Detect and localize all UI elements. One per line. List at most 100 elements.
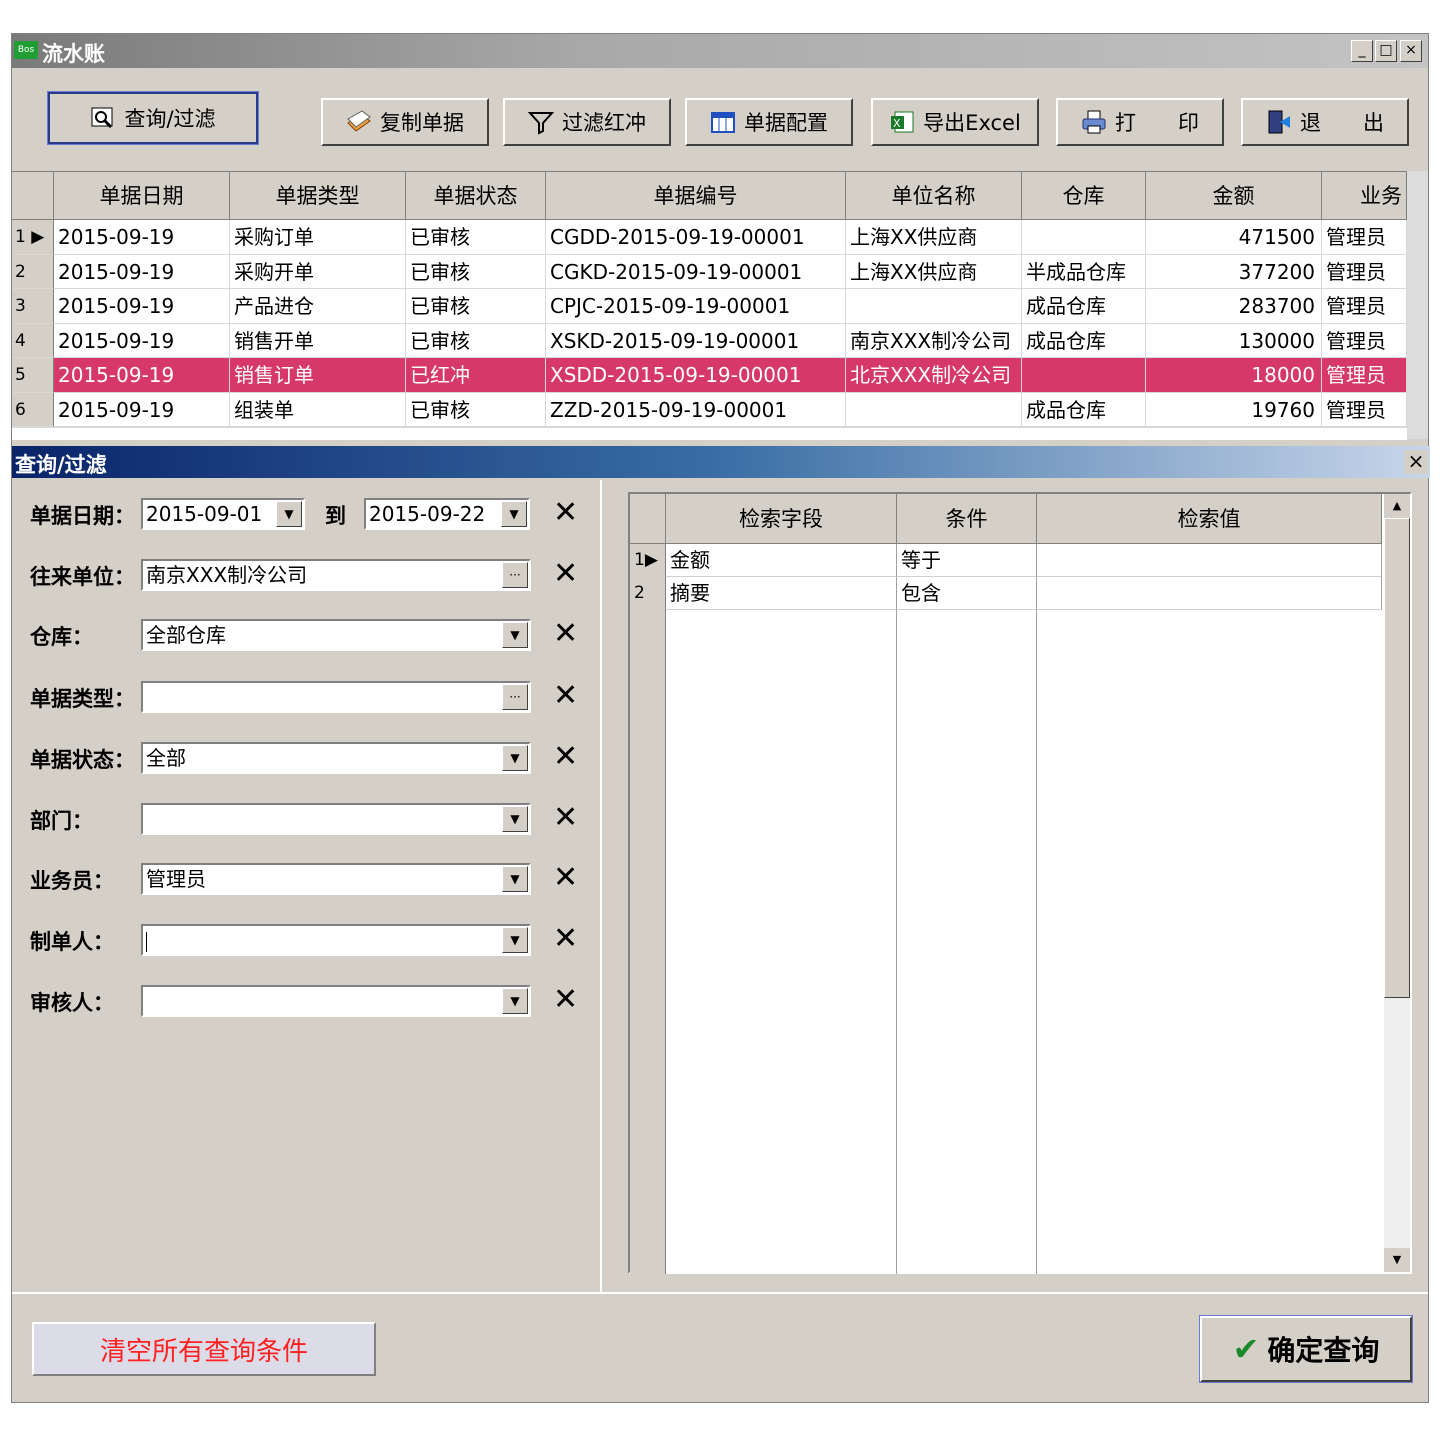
clear-maker-icon[interactable]: ✕ [553, 924, 578, 954]
col-header-type[interactable]: 单据类型 [230, 172, 406, 220]
search-value-cell[interactable] [1037, 544, 1382, 577]
cell-date[interactable]: 2015-09-19 [54, 323, 230, 358]
cell-code[interactable]: XSKD-2015-09-19-00001 [546, 323, 846, 358]
export-excel-button[interactable]: X 导出Excel [871, 98, 1039, 146]
cell-warehouse[interactable] [1022, 220, 1146, 255]
warehouse-select[interactable]: 全部仓库 ▼ [141, 619, 531, 651]
table-row[interactable]: 4 2015-09-19 销售开单 已审核 XSKD-2015-09-19-00001 南… [12, 323, 1407, 358]
search-value-cell[interactable] [1037, 577, 1382, 610]
col-header-amount[interactable]: 金额 [1146, 172, 1322, 220]
cell-warehouse[interactable]: 成品仓库 [1022, 323, 1146, 358]
cell-amount[interactable]: 130000 [1146, 323, 1322, 358]
chevron-down-icon[interactable]: ▼ [502, 988, 528, 1014]
close-button[interactable]: × [1400, 40, 1422, 62]
cell-staff[interactable]: 管理员 [1322, 254, 1407, 289]
maker-select[interactable]: ▼ [141, 924, 531, 956]
exit-button[interactable]: 退 出 [1241, 98, 1409, 146]
cell-staff[interactable]: 管理员 [1322, 358, 1407, 393]
cell-date[interactable]: 2015-09-19 [54, 392, 230, 427]
cell-status[interactable]: 已审核 [406, 220, 546, 255]
cell-code[interactable]: ZZD-2015-09-19-00001 [546, 392, 846, 427]
search-field-cell[interactable]: 摘要 [666, 577, 897, 610]
clear-partner-icon[interactable]: ✕ [553, 559, 578, 589]
cell-code[interactable]: XSDD-2015-09-19-00001 [546, 358, 846, 393]
minimize-button[interactable]: _ [1351, 40, 1373, 62]
dept-select[interactable]: ▼ [141, 803, 531, 835]
search-condition-cell[interactable]: 等于 [897, 544, 1037, 577]
cell-amount[interactable]: 18000 [1146, 358, 1322, 393]
clear-all-conditions-button[interactable]: 清空所有查询条件 [32, 1322, 376, 1376]
cell-warehouse[interactable]: 成品仓库 [1022, 392, 1146, 427]
cell-unit[interactable]: 南京XXX制冷公司 [846, 323, 1022, 358]
col-header-unit[interactable]: 单位名称 [846, 172, 1022, 220]
clear-dept-icon[interactable]: ✕ [553, 803, 578, 833]
cell-staff[interactable]: 管理员 [1322, 323, 1407, 358]
row-indicator[interactable]: 1 ▶ [12, 220, 54, 255]
chevron-down-icon[interactable]: ▼ [502, 806, 528, 832]
cell-date[interactable]: 2015-09-19 [54, 358, 230, 393]
row-indicator[interactable]: 6 [12, 392, 54, 427]
copy-doc-button[interactable]: 复制单据 [321, 98, 489, 146]
cell-status[interactable]: 已审核 [406, 254, 546, 289]
search-col-field[interactable]: 检索字段 [666, 494, 897, 544]
table-row[interactable]: 5 2015-09-19 销售订单 已红冲 XSDD-2015-09-19-00001 北… [12, 358, 1407, 393]
ellipsis-icon[interactable]: ··· [502, 684, 528, 710]
date-from-field[interactable]: 2015-09-01 ▼ [141, 498, 305, 530]
journal-grid[interactable]: 单据日期 单据类型 单据状态 单据编号 单位名称 仓库 金额 业务 1 ▶ 201… [12, 171, 1407, 440]
row-indicator[interactable]: 5 [12, 358, 54, 393]
cell-code[interactable]: CGDD-2015-09-19-00001 [546, 220, 846, 255]
col-header-warehouse[interactable]: 仓库 [1022, 172, 1146, 220]
maximize-button[interactable]: □ [1375, 40, 1397, 62]
search-criteria-grid[interactable]: 检索字段 条件 检索值 1▶ 金额 等于 2 摘要 包含 ▲ ▼ [628, 492, 1412, 1274]
cell-warehouse[interactable]: 成品仓库 [1022, 289, 1146, 324]
cell-status[interactable]: 已审核 [406, 289, 546, 324]
cell-unit[interactable]: 上海XX供应商 [846, 254, 1022, 289]
grid-vertical-scrollbar[interactable] [1407, 171, 1428, 439]
print-button[interactable]: 打 印 [1056, 98, 1224, 146]
chevron-down-icon[interactable]: ▼ [502, 866, 528, 892]
search-col-value[interactable]: 检索值 [1037, 494, 1382, 544]
chevron-down-icon[interactable]: ▼ [502, 622, 528, 648]
col-header-code[interactable]: 单据编号 [546, 172, 846, 220]
col-header-staff[interactable]: 业务 [1322, 172, 1407, 220]
cell-unit[interactable] [846, 289, 1022, 324]
cell-date[interactable]: 2015-09-19 [54, 254, 230, 289]
cell-code[interactable]: CGKD-2015-09-19-00001 [546, 254, 846, 289]
auditor-select[interactable]: ▼ [141, 985, 531, 1017]
clear-salesman-icon[interactable]: ✕ [553, 863, 578, 893]
cell-code[interactable]: CPJC-2015-09-19-00001 [546, 289, 846, 324]
doc-type-field[interactable]: ··· [141, 681, 531, 713]
chevron-down-icon[interactable]: ▼ [502, 927, 528, 953]
table-row[interactable]: 6 2015-09-19 组装单 已审核 ZZD-2015-09-19-00001 成品仓… [12, 392, 1407, 427]
clear-date-icon[interactable]: ✕ [553, 498, 578, 528]
ellipsis-icon[interactable]: ··· [502, 562, 528, 588]
cell-unit[interactable] [846, 392, 1022, 427]
clear-doc-status-icon[interactable]: ✕ [553, 742, 578, 772]
search-grid-scrollbar[interactable]: ▲ ▼ [1384, 494, 1410, 1272]
date-to-field[interactable]: 2015-09-22 ▼ [364, 498, 530, 530]
row-indicator[interactable]: 3 [12, 289, 54, 324]
cell-date[interactable]: 2015-09-19 [54, 220, 230, 255]
cell-amount[interactable]: 471500 [1146, 220, 1322, 255]
cell-status[interactable]: 已红冲 [406, 358, 546, 393]
cell-warehouse[interactable]: 半成品仓库 [1022, 254, 1146, 289]
clear-auditor-icon[interactable]: ✕ [553, 985, 578, 1015]
cell-amount[interactable]: 377200 [1146, 254, 1322, 289]
clear-doc-type-icon[interactable]: ✕ [553, 681, 578, 711]
cell-amount[interactable]: 19760 [1146, 392, 1322, 427]
salesman-select[interactable]: 管理员 ▼ [141, 863, 531, 895]
search-condition-cell[interactable]: 包含 [897, 577, 1037, 610]
cell-staff[interactable]: 管理员 [1322, 289, 1407, 324]
table-row[interactable]: 2 2015-09-19 采购开单 已审核 CGKD-2015-09-19-00001 上… [12, 254, 1407, 289]
cell-status[interactable]: 已审核 [406, 392, 546, 427]
partner-field[interactable]: 南京XXX制冷公司 ··· [141, 559, 531, 591]
cell-type[interactable]: 销售订单 [230, 358, 406, 393]
cell-type[interactable]: 产品进仓 [230, 289, 406, 324]
table-row[interactable]: 1 ▶ 2015-09-19 采购订单 已审核 CGDD-2015-09-19-0000… [12, 220, 1407, 255]
chevron-down-icon[interactable]: ▼ [501, 501, 527, 527]
doc-config-button[interactable]: 单据配置 [685, 98, 853, 146]
cell-staff[interactable]: 管理员 [1322, 392, 1407, 427]
scroll-thumb[interactable] [1384, 518, 1410, 998]
cell-unit[interactable]: 北京XXX制冷公司 [846, 358, 1022, 393]
cell-type[interactable]: 销售开单 [230, 323, 406, 358]
